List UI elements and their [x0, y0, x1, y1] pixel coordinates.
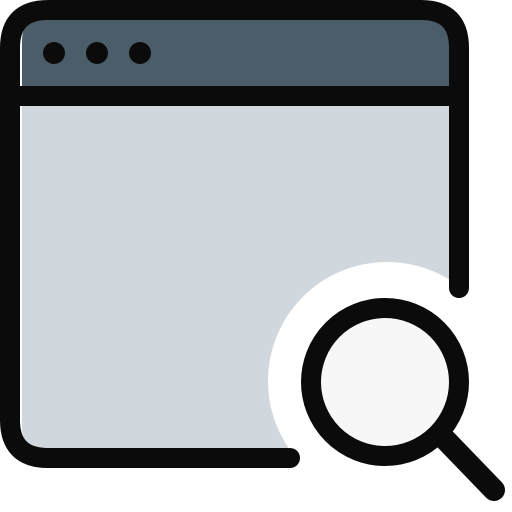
title-bar	[22, 18, 450, 95]
magnifier-lens	[301, 298, 469, 466]
browser-window-search-icon	[0, 0, 506, 501]
window-dot-3	[129, 42, 151, 64]
icon-canvas	[0, 0, 512, 512]
window-dot-2	[86, 42, 108, 64]
window-dot-1	[43, 42, 65, 64]
